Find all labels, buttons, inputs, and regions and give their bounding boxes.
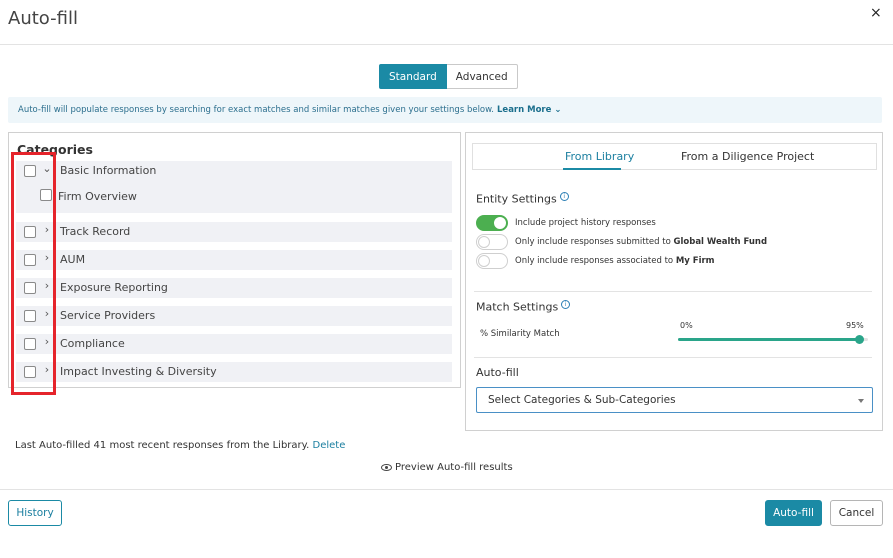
- cancel-button[interactable]: Cancel: [830, 500, 883, 526]
- select-value: Select Categories & Sub-Categories: [488, 394, 676, 406]
- category-label: Basic Information: [60, 164, 157, 177]
- settings-panel: From Library From a Diligence Project En…: [465, 132, 883, 431]
- preview-link[interactable]: Preview Auto-fill results: [381, 462, 513, 473]
- match-settings-title: Match Settings i: [476, 300, 571, 314]
- toggle-row-history: Include project history responses: [476, 215, 656, 231]
- category-label: Track Record: [60, 225, 131, 238]
- mode-toggle: Standard Advanced: [379, 64, 518, 89]
- toggle-row-submitted: Only include responses submitted to Glob…: [476, 234, 767, 250]
- last-autofill-note: Last Auto-filled 41 most recent response…: [15, 440, 346, 451]
- include-history-toggle[interactable]: [476, 215, 508, 231]
- close-icon[interactable]: ×: [870, 5, 882, 21]
- info-banner: Auto-fill will populate responses by sea…: [8, 97, 882, 123]
- dialog-header: Auto-fill ×: [0, 0, 893, 45]
- slider-max-label: 95%: [846, 321, 864, 330]
- footer-divider: [0, 489, 893, 490]
- subcategory-label: Firm Overview: [58, 190, 137, 203]
- eye-icon: [381, 464, 392, 471]
- category-row-track-record[interactable]: › Track Record: [16, 222, 452, 242]
- categories-select[interactable]: Select Categories & Sub-Categories: [476, 387, 873, 413]
- subcategory-row-firm-overview[interactable]: Firm Overview: [30, 189, 448, 209]
- toggle-row-associated: Only include responses associated to My …: [476, 253, 715, 269]
- delete-link[interactable]: Delete: [313, 440, 346, 451]
- info-icon[interactable]: i: [559, 192, 569, 201]
- associated-to-toggle[interactable]: [476, 253, 508, 269]
- dialog-title: Auto-fill: [8, 8, 78, 29]
- tab-from-library[interactable]: From Library: [565, 150, 634, 163]
- chevron-down-icon: ⌄: [554, 105, 562, 115]
- categories-panel: Categories ⌄ Basic Information Firm Over…: [8, 132, 461, 388]
- similarity-slider[interactable]: [678, 335, 868, 344]
- toggle-label: Only include responses submitted to Glob…: [515, 237, 768, 247]
- category-row-impact-investing[interactable]: › Impact Investing & Diversity: [16, 362, 452, 382]
- similarity-label: % Similarity Match: [480, 329, 560, 339]
- standard-mode-button[interactable]: Standard: [379, 64, 447, 89]
- info-text: Auto-fill will populate responses by sea…: [18, 105, 495, 115]
- caret-down-icon: [858, 399, 864, 403]
- tab-from-diligence-project[interactable]: From a Diligence Project: [681, 150, 814, 163]
- source-tabs: From Library From a Diligence Project: [472, 143, 877, 170]
- category-label: AUM: [60, 253, 86, 266]
- category-label: Impact Investing & Diversity: [60, 365, 217, 378]
- toggle-label: Include project history responses: [515, 218, 656, 228]
- checkbox-highlight-annotation: [11, 152, 56, 395]
- category-label: Compliance: [60, 337, 125, 350]
- history-button[interactable]: History: [8, 500, 62, 526]
- category-label: Service Providers: [60, 309, 156, 322]
- entity-settings-title: Entity Settings i: [476, 192, 569, 206]
- category-row-aum[interactable]: › AUM: [16, 250, 452, 270]
- divider: [474, 291, 872, 292]
- active-tab-indicator: [563, 168, 621, 170]
- autofill-title: Auto-fill: [476, 366, 519, 379]
- toggle-label: Only include responses associated to My …: [515, 256, 715, 266]
- info-icon[interactable]: i: [561, 300, 571, 309]
- category-row-compliance[interactable]: › Compliance: [16, 334, 452, 354]
- slider-fill: [678, 338, 859, 341]
- slider-min-label: 0%: [680, 321, 693, 330]
- category-row-exposure-reporting[interactable]: › Exposure Reporting: [16, 278, 452, 298]
- learn-more-link[interactable]: Learn More ⌄: [497, 105, 561, 115]
- category-label: Exposure Reporting: [60, 281, 168, 294]
- category-row-basic-information[interactable]: ⌄ Basic Information Firm Overview: [16, 161, 452, 213]
- slider-thumb[interactable]: [854, 335, 864, 344]
- category-row-service-providers[interactable]: › Service Providers: [16, 306, 452, 326]
- submitted-to-toggle[interactable]: [476, 234, 508, 250]
- autofill-button[interactable]: Auto-fill: [765, 500, 822, 526]
- advanced-mode-button[interactable]: Advanced: [446, 64, 518, 89]
- divider: [474, 357, 872, 358]
